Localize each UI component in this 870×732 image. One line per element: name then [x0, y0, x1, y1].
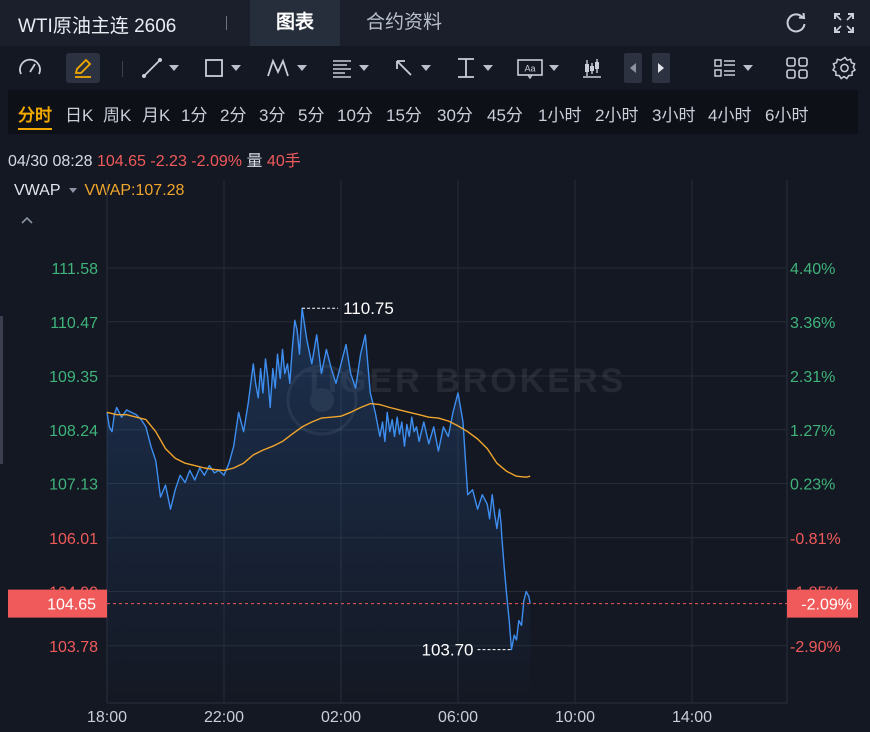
y-tick-label-left: 107.13: [49, 477, 98, 494]
x-tick-label: 22:00: [204, 709, 244, 726]
y-tick-label-right: 3.36%: [790, 315, 835, 332]
min-price-label: 103.70: [422, 641, 474, 660]
y-tick-label-left: 110.47: [50, 315, 98, 332]
y-tick-label-left: 108.24: [49, 423, 98, 440]
current-price-badge-text: 104.65: [47, 597, 96, 614]
x-tick-label: 02:00: [321, 709, 361, 726]
x-tick-label: 14:00: [672, 709, 712, 726]
y-tick-label-right: -0.81%: [790, 531, 841, 548]
y-tick-label-left: 103.78: [49, 639, 98, 656]
y-tick-label-right: 4.40%: [790, 261, 835, 278]
max-price-label: 110.75: [343, 299, 394, 318]
y-tick-label-right: -2.90%: [790, 639, 841, 656]
y-tick-label-right: 2.31%: [790, 369, 835, 386]
price-chart[interactable]: TIGER BROKERS 111.58 4.40%110.47 3.36%109.…: [0, 0, 870, 732]
y-tick-label-left: 111.58: [51, 261, 98, 278]
x-tick-label: 06:00: [438, 709, 478, 726]
x-tick-label: 18:00: [87, 709, 127, 726]
y-tick-label-right: 0.23%: [790, 477, 835, 494]
current-pct-badge-text: -2.09%: [801, 597, 852, 614]
y-tick-label-left: 106.01: [49, 531, 98, 548]
y-tick-label-left: 109.35: [49, 369, 98, 386]
y-tick-label-right: 1.27%: [790, 423, 835, 440]
x-tick-label: 10:00: [555, 709, 595, 726]
